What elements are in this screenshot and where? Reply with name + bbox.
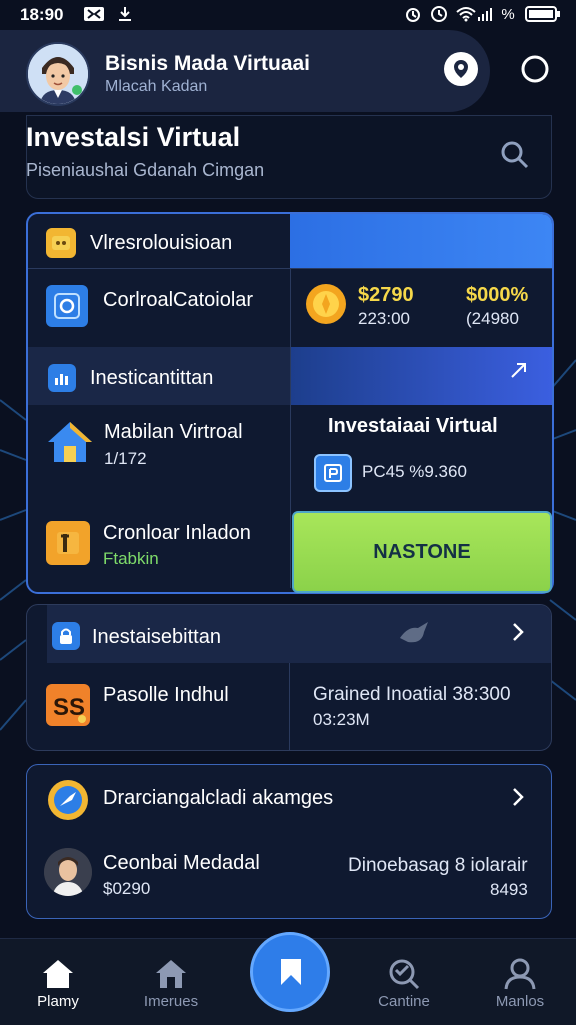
bot-icon: [46, 228, 76, 258]
battery-percent: %: [501, 5, 515, 23]
location-pin-icon: [454, 60, 468, 78]
card3-header-label: Drarciangalcladi akamges: [103, 787, 334, 809]
stat-value-a: $2790: [358, 284, 414, 306]
nav-chat[interactable]: Cantine: [359, 955, 449, 1010]
nav-stores-label: Imerues: [143, 993, 199, 1010]
expand-icon[interactable]: [508, 360, 530, 389]
battery-icon: [524, 4, 562, 24]
card1-row2-label: CorlroalCatoiolar: [103, 289, 254, 311]
nav-chat-label: Cantine: [378, 993, 430, 1010]
card2-row-label: Pasolle Indhul: [103, 684, 229, 706]
notification-icon: [82, 4, 106, 24]
ring-icon: [521, 55, 549, 83]
compass-icon: [46, 778, 90, 827]
tools-icon: [46, 521, 90, 565]
card2-right-title: Grained Inoatial 38:300: [313, 684, 511, 705]
home-icon: [13, 955, 103, 993]
bird-icon: [398, 618, 434, 653]
card1-right-amount: PC45 %9.360: [362, 462, 467, 481]
status-bar: 18:90 %: [0, 0, 576, 30]
header-subtitle: Mlacah Kadan: [105, 78, 208, 95]
signal-icon: [476, 4, 494, 24]
search-hint: Piseniaushai Gdanah Cimgan: [26, 160, 265, 180]
house-icon: [44, 418, 96, 471]
card3-right-title: Dinoebasag 8 iolarair: [348, 855, 528, 876]
wifi-icon: [454, 4, 478, 24]
card3-right-value: 8493: [490, 880, 528, 899]
avatar[interactable]: [26, 42, 90, 106]
nav-profile[interactable]: Manlos: [475, 955, 565, 1010]
nav-profile-label: Manlos: [495, 993, 545, 1010]
status-time: 18:90: [20, 5, 64, 24]
card3-person-name: Ceonbai Medadal: [103, 852, 260, 874]
stat-value-b: $000%: [466, 284, 529, 306]
card1-row1-label: Vlresrolouisioan: [90, 232, 233, 254]
center-action-button[interactable]: [250, 932, 330, 1012]
card3-chevron-icon[interactable]: [510, 785, 526, 816]
card1-row3-label: Inesticantittan: [90, 367, 214, 389]
card1-row4-value: 1/172: [104, 449, 147, 468]
card1-row4-label: Mabilan Virtroal: [104, 421, 243, 443]
card2-header-label: Inestaisebittan: [92, 626, 221, 648]
coin-icon: [304, 282, 348, 331]
nav-home-label: Plamy: [37, 993, 79, 1010]
nav-home[interactable]: Plamy: [13, 955, 103, 1010]
card2-right-value: 03:23M: [313, 710, 370, 729]
chart-icon: [48, 364, 76, 392]
stat-sub-a: 223:00: [358, 309, 410, 328]
ss-icon: SS: [46, 684, 90, 726]
card1-right-title: Investaiaai Virtual: [328, 415, 498, 437]
card1-row5-label: Cronloar Inladon: [103, 522, 251, 544]
user-icon: [475, 955, 565, 993]
wallet-icon: [314, 454, 352, 492]
control-icon: [46, 285, 88, 327]
store-icon: [126, 955, 216, 993]
location-button[interactable]: [444, 52, 478, 86]
bookmark-icon: [281, 959, 301, 985]
card1-row5-value: Ftabkin: [103, 549, 159, 568]
card2-chevron-icon[interactable]: [510, 620, 526, 651]
clock-icon: [428, 4, 450, 24]
status-ring-button[interactable]: [518, 52, 552, 86]
lock-icon: [52, 622, 80, 650]
person-avatar[interactable]: [44, 848, 92, 896]
download-icon: [114, 4, 136, 24]
header-title: Bisnis Mada Virtuaai: [105, 52, 311, 75]
section-title: Investalsi Virtual: [26, 122, 241, 152]
nav-stores[interactable]: Imerues: [126, 955, 216, 1010]
chat-icon: [359, 955, 449, 993]
search-icon[interactable]: [500, 140, 530, 175]
card3-person-value: $0290: [103, 879, 151, 898]
alarm-icon: [402, 4, 424, 24]
stat-sub-b: (24980: [466, 309, 519, 328]
cta-button[interactable]: NASTONE: [292, 511, 552, 593]
